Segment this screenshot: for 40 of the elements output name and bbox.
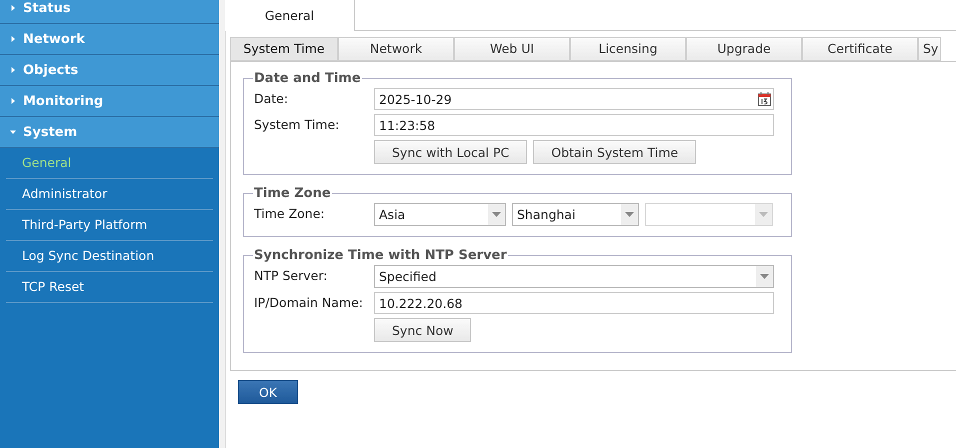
section-title: Date and Time xyxy=(253,71,362,86)
page-tab[interactable]: General xyxy=(225,0,355,31)
sidebar-subitem[interactable]: Administrator xyxy=(6,179,213,210)
sidebar-subitem[interactable]: Log Sync Destination xyxy=(6,241,213,272)
tab[interactable]: Certificate xyxy=(802,37,918,61)
input-field[interactable]: 10.222.20.68 xyxy=(374,292,774,314)
dropdown[interactable]: Shanghai xyxy=(512,203,639,226)
tab[interactable]: Licensing xyxy=(570,37,686,61)
date-field[interactable]: 2025-10-29 xyxy=(374,88,774,110)
caret-down-icon xyxy=(10,129,16,135)
dropdown-arrow-icon xyxy=(492,212,501,217)
field-label: NTP Server: xyxy=(254,268,328,283)
caret-right-icon xyxy=(10,98,16,104)
field-label: Date: xyxy=(254,91,288,106)
button[interactable]: Sync with Local PC xyxy=(374,140,528,164)
field-label: IP/Domain Name: xyxy=(254,295,364,310)
caret-right-icon xyxy=(10,67,16,73)
tab[interactable]: Sy xyxy=(918,37,942,61)
tab[interactable]: System Time xyxy=(230,37,338,61)
dropdown-arrow-icon xyxy=(625,212,634,217)
section-title: Time Zone xyxy=(253,186,332,201)
caret-right-icon xyxy=(10,5,16,11)
dropdown-arrow-icon xyxy=(760,274,769,279)
ok-button[interactable]: OK xyxy=(238,380,298,404)
tab[interactable]: Web UI xyxy=(454,37,570,61)
dropdown[interactable]: Specified xyxy=(374,265,774,288)
calendar-icon xyxy=(758,92,771,106)
caret-right-icon xyxy=(10,36,16,42)
button[interactable]: Sync Now xyxy=(374,318,472,342)
dropdown[interactable]: Asia xyxy=(374,203,506,226)
section-title: Synchronize Time with NTP Server xyxy=(253,248,508,263)
input-field[interactable]: 11:23:58 xyxy=(374,114,774,136)
dropdown-arrow-icon xyxy=(759,212,768,217)
sidebar-subitem[interactable]: Third-Party Platform xyxy=(6,210,213,241)
button[interactable]: Obtain System Time xyxy=(533,140,696,164)
tab[interactable]: Upgrade xyxy=(686,37,802,61)
tab[interactable]: Network xyxy=(338,37,454,61)
field-label: System Time: xyxy=(254,117,340,132)
field-label: Time Zone: xyxy=(254,206,325,221)
sidebar-subitem[interactable]: TCP Reset xyxy=(6,272,213,303)
